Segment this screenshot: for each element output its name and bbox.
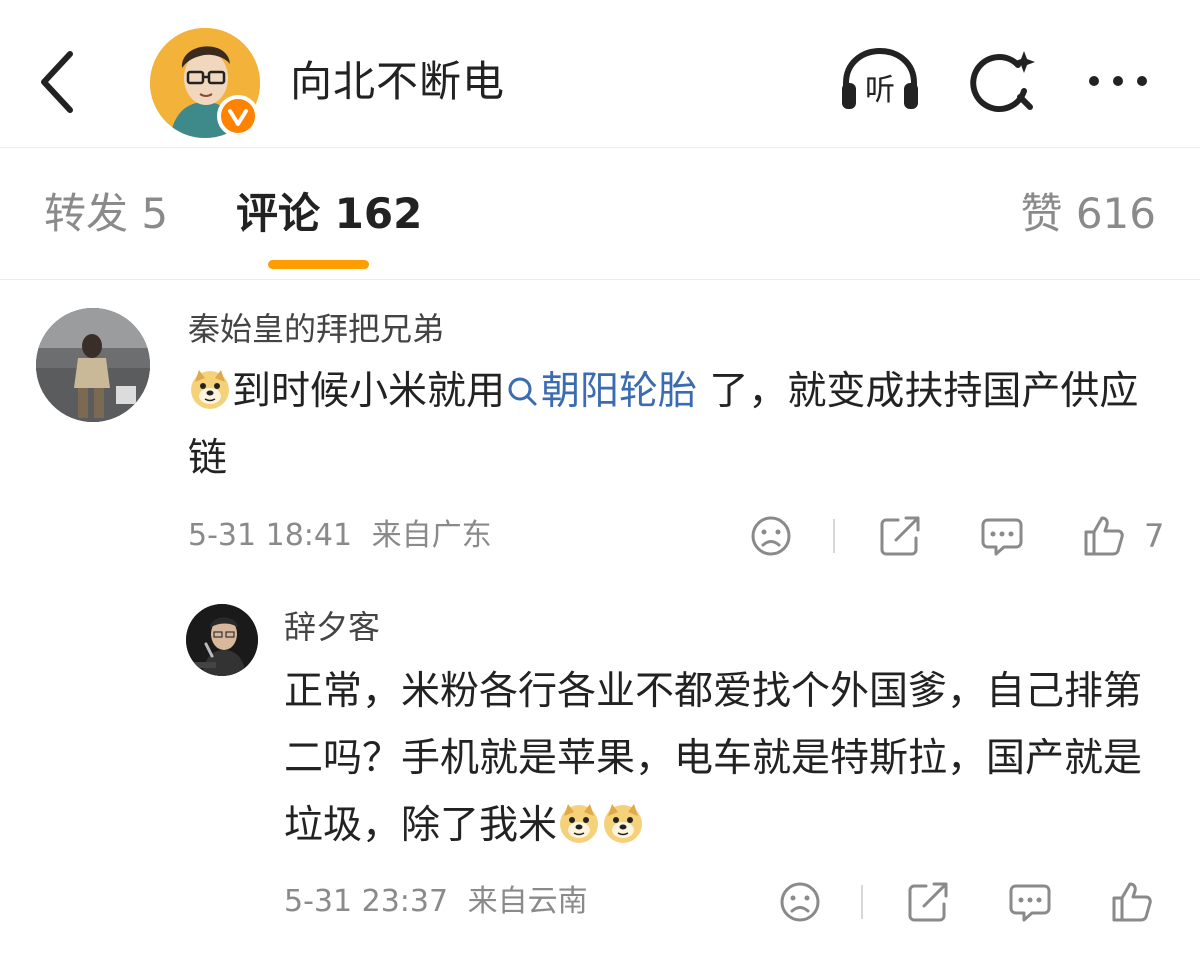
comment-meta: 5-31 18:41 来自广东 [188,516,492,556]
dislike-face-icon[interactable] [776,878,824,926]
topic-label: 朝阳轮胎 [541,369,698,414]
reply-text: 正常，米粉各行各业不都爱找个外国爹，自己排第二吗？手机就是苹果，电车就是特斯拉，… [284,669,1143,848]
chevron-left-icon [41,51,73,113]
doge-emoji-icon [604,804,643,843]
search-sparkle-icon [970,51,1035,112]
comment-time: 5-31 18:41 [188,518,353,553]
share-icon[interactable] [904,878,952,926]
commenter-avatar-image [36,308,150,422]
action-divider [861,885,863,919]
topic-link[interactable]: 朝阳轮胎 [505,369,697,414]
more-dots-icon [1089,76,1147,86]
reply-bubble-icon[interactable] [1006,878,1054,926]
action-divider [833,519,835,553]
like-count: 7 [1144,517,1165,555]
comment-text-before: 到时候小米就用 [232,369,506,414]
top-bar: 向北不断电 听 [0,0,1200,148]
commenter-avatar[interactable] [36,308,150,422]
doge-emoji-icon [560,804,599,843]
reply-body: 正常，米粉各行各业不都爱找个外国爹，自己排第二吗？手机就是苹果，电车就是特斯拉，… [284,658,1174,859]
active-tab-indicator [268,260,369,269]
replier-avatar[interactable] [186,604,258,676]
comment-location: 来自广东 [371,518,492,553]
replier-avatar-image [186,604,258,676]
commenter-username[interactable]: 秦始皇的拜把兄弟 [188,308,444,350]
thumbs-up-icon[interactable] [1080,512,1128,560]
back-button[interactable] [30,44,90,120]
listen-button[interactable]: 听 [838,45,922,117]
doge-emoji-icon [191,370,229,409]
replier-username[interactable]: 辞夕客 [284,606,380,648]
tab-like[interactable]: 赞 616 [1020,188,1156,240]
tab-repost[interactable]: 转发 5 [44,188,168,240]
reply-time: 5-31 23:37 [284,884,449,919]
comment-body: 到时候小米就用 朝阳轮胎 了，就变成扶持国产供应链 [188,358,1168,492]
thumbs-up-icon[interactable] [1108,878,1156,926]
dislike-face-icon[interactable] [747,512,795,560]
page-title: 向北不断电 [290,57,506,106]
tab-comment[interactable]: 评论 162 [236,188,422,240]
reply-bubble-icon[interactable] [978,512,1026,560]
headphones-icon: 听 [842,47,918,109]
search-button[interactable] [962,45,1046,117]
share-icon[interactable] [876,512,924,560]
verified-badge-icon [217,95,259,137]
search-icon [508,377,537,406]
tab-bar: 转发 5 评论 162 赞 616 [0,148,1200,280]
reply-meta: 5-31 23:37 来自云南 [284,882,588,922]
reply-location: 来自云南 [467,884,588,919]
listen-label: 听 [865,73,895,108]
more-button[interactable] [1080,45,1164,117]
